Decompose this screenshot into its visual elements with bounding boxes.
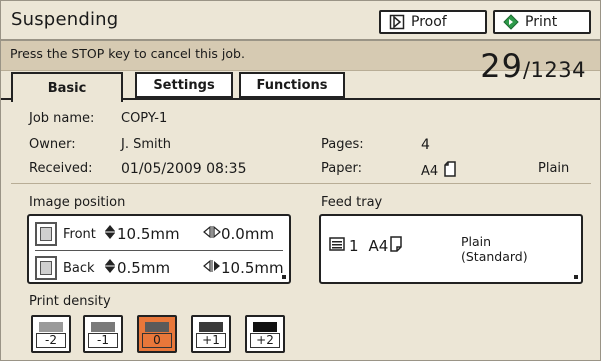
vertical-shift-icon	[103, 258, 117, 278]
feed-tray-info: 1 A4	[329, 236, 403, 256]
job-status-panel: Suspending Proof Print Press the STOP ke…	[0, 0, 601, 361]
front-vertical-value: 10.5mm	[117, 225, 180, 243]
corner-indicator	[282, 275, 286, 279]
pages-value: 4	[421, 137, 430, 153]
feed-tray-title: Feed tray	[321, 195, 383, 210]
front-label: Front	[63, 226, 96, 242]
front-position-row: Front 10.5mm 0.0mm	[35, 220, 285, 248]
tab-functions[interactable]: Functions	[239, 72, 345, 98]
front-horizontal-value: 0.0mm	[221, 225, 275, 243]
back-vertical-value: 0.5mm	[117, 259, 171, 277]
message-text: Press the STOP key to cancel this job.	[10, 46, 245, 61]
image-position-title: Image position	[29, 195, 126, 210]
density-swatch	[39, 322, 63, 332]
front-page-icon	[35, 222, 57, 246]
density-label: +1	[196, 333, 226, 348]
back-position-row: Back 0.5mm 10.5mm	[35, 254, 285, 282]
proof-icon	[389, 14, 405, 30]
density-minus-2-button[interactable]: -2	[31, 315, 71, 353]
horizontal-shift-right-icon	[203, 259, 221, 277]
density-label: -2	[36, 333, 66, 348]
portrait-paper-icon	[444, 161, 456, 181]
back-page-icon	[35, 256, 57, 280]
job-name-label: Job name:	[29, 111, 95, 126]
paper-label: Paper:	[321, 161, 362, 176]
density-swatch	[253, 322, 277, 332]
density-plus-1-button[interactable]: +1	[191, 315, 231, 353]
print-button[interactable]: Print	[493, 10, 591, 34]
density-label: +2	[250, 333, 280, 348]
counter-current: 29	[480, 47, 523, 85]
image-position-button[interactable]: Front 10.5mm 0.0mm Back 0.5mm 10.5mm	[27, 214, 291, 284]
print-icon	[503, 14, 519, 30]
tray-paper-type: Plain (Standard)	[461, 234, 528, 264]
portrait-paper-icon	[390, 236, 403, 256]
pages-label: Pages:	[321, 137, 364, 152]
density-swatch	[145, 322, 169, 332]
counter-total: /1234	[522, 58, 586, 82]
position-separator	[35, 250, 283, 251]
title-bar: Suspending Proof Print	[1, 1, 600, 41]
received-value: 01/05/2009 08:35	[121, 161, 247, 177]
feed-tray-button[interactable]: 1 A4 Plain (Standard)	[319, 214, 583, 284]
section-divider	[11, 183, 591, 184]
status-text: Suspending	[11, 9, 119, 30]
owner-value: J. Smith	[121, 137, 171, 152]
density-swatch	[91, 322, 115, 332]
received-label: Received:	[29, 161, 93, 176]
paper-size: A4	[421, 161, 456, 181]
tray-paper-type-line1: Plain	[461, 234, 492, 249]
tray-icon	[329, 237, 345, 255]
owner-label: Owner:	[29, 137, 76, 152]
paper-size-value: A4	[421, 163, 439, 179]
active-tab-gap	[13, 98, 121, 100]
back-horizontal-value: 10.5mm	[221, 259, 284, 277]
back-horizontal: 10.5mm	[203, 259, 284, 277]
density-swatch	[199, 322, 223, 332]
corner-indicator	[574, 275, 578, 279]
back-label: Back	[63, 260, 95, 276]
tray-paper-type-line2: (Standard)	[461, 249, 528, 264]
print-label: Print	[525, 14, 558, 30]
density-0-button[interactable]: 0	[137, 315, 177, 353]
print-density-title: Print density	[29, 294, 111, 309]
horizontal-shift-icon	[203, 225, 221, 243]
page-counter: 29 /1234	[480, 47, 586, 91]
proof-button[interactable]: Proof	[379, 10, 487, 34]
tray-paper-size: A4	[368, 237, 389, 255]
front-horizontal: 0.0mm	[203, 225, 274, 243]
job-name-value: COPY-1	[121, 111, 168, 126]
proof-label: Proof	[411, 14, 447, 30]
density-label: 0	[142, 333, 172, 348]
back-vertical: 0.5mm	[103, 258, 203, 278]
density-plus-2-button[interactable]: +2	[245, 315, 285, 353]
front-vertical: 10.5mm	[103, 224, 203, 244]
density-label: -1	[88, 333, 118, 348]
vertical-shift-icon	[103, 224, 117, 244]
paper-type-value: Plain	[538, 161, 570, 176]
tab-settings[interactable]: Settings	[135, 72, 233, 98]
tray-number: 1	[349, 237, 359, 255]
density-minus-1-button[interactable]: -1	[83, 315, 123, 353]
